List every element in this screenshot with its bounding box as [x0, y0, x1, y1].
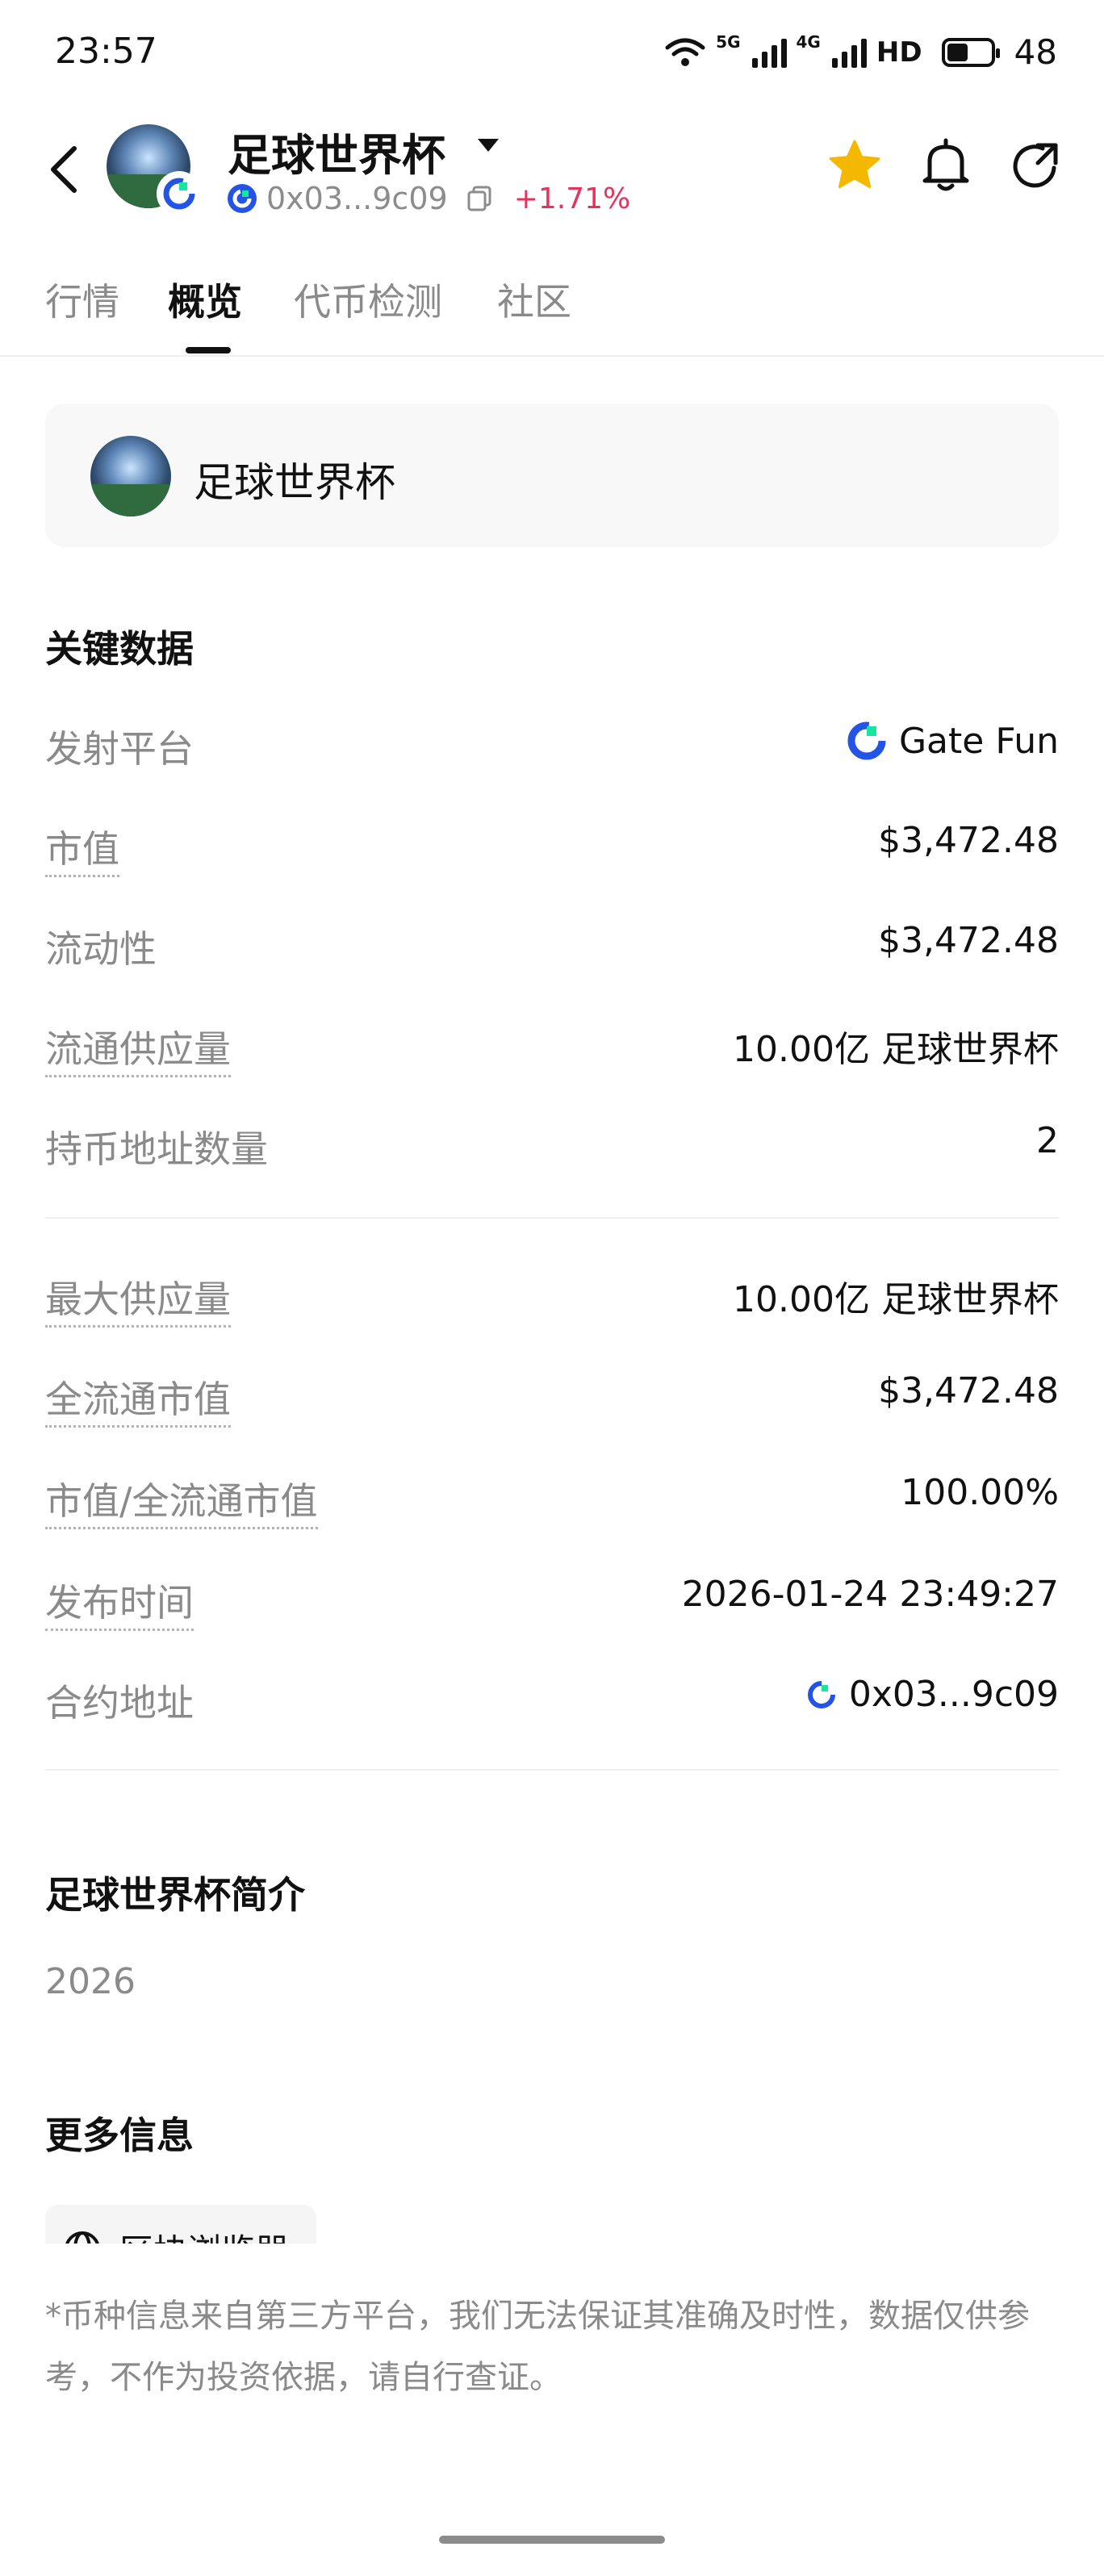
star-icon — [829, 140, 880, 189]
row-max-supply: 最大供应量 10.00亿 足球世界杯 — [45, 1262, 1059, 1328]
price-change: +1.71% — [513, 182, 631, 215]
status-bar: 23:57 5G 4G HD 48 — [0, 0, 1104, 105]
section-divider — [45, 1217, 1059, 1219]
mc-fdv-ratio-value: 100.00% — [901, 1472, 1059, 1513]
launch-time-label[interactable]: 发布时间 — [45, 1574, 194, 1631]
active-tab-indicator — [186, 347, 231, 353]
battery-icon — [941, 37, 1000, 67]
market-cap-value: $3,472.48 — [878, 820, 1059, 861]
token-card: 足球世界杯 — [45, 404, 1059, 547]
liquidity-label: 流动性 — [45, 927, 157, 971]
max-supply-label[interactable]: 最大供应量 — [45, 1270, 231, 1328]
hd-label: HD — [876, 36, 922, 69]
key-data-title: 关键数据 — [45, 627, 194, 671]
contract-address-value[interactable]: 0x03...9c09 — [805, 1674, 1059, 1715]
favorite-button[interactable] — [826, 137, 883, 194]
row-holders: 持币地址数量 2 — [45, 1112, 1059, 1177]
address-row: 0x03...9c09 +1.71% — [226, 181, 630, 216]
signal-4g-icon — [831, 37, 867, 68]
intro-text: 2026 — [45, 1961, 136, 2002]
disclaimer-panel: *币种信息来自第三方平台，我们无法保证其准确及时性，数据仅供参考，不作为投资依据… — [0, 2244, 1104, 2576]
mc-fdv-ratio-label[interactable]: 市值/全流通市值 — [45, 1472, 318, 1529]
intro-title: 足球世界杯简介 — [45, 1873, 305, 1917]
row-launch-platform: 发射平台 Gate Fun — [45, 712, 1059, 776]
contract-address-text: 0x03...9c09 — [848, 1674, 1059, 1715]
tab-community[interactable]: 社区 — [497, 273, 571, 326]
tab-market[interactable]: 行情 — [45, 273, 119, 326]
row-market-cap: 市值 $3,472.48 — [45, 812, 1059, 877]
more-info-title: 更多信息 — [45, 2114, 194, 2157]
market-cap-label[interactable]: 市值 — [45, 820, 119, 877]
copy-icon[interactable] — [467, 186, 491, 211]
launch-platform-text: Gate Fun — [898, 720, 1059, 762]
tab-overview[interactable]: 概览 — [168, 273, 242, 326]
share-button[interactable] — [1010, 140, 1062, 192]
battery-level: 48 — [1014, 32, 1057, 72]
row-circulating-supply: 流通供应量 10.00亿 足球世界杯 — [45, 1012, 1059, 1077]
disclaimer-text: *币种信息来自第三方平台，我们无法保证其准确及时性，数据仅供参考，不作为投资依据… — [45, 2298, 1030, 2396]
token-name-title[interactable]: 足球世界杯 — [228, 119, 445, 183]
liquidity-value: $3,472.48 — [878, 920, 1059, 961]
gate-chain-icon — [807, 1680, 835, 1708]
gate-fun-logo-icon — [847, 721, 886, 760]
network-5g-label: 5G — [716, 32, 741, 52]
section-divider — [45, 1769, 1059, 1771]
token-card-avatar — [90, 436, 171, 516]
back-arrow-icon — [51, 146, 77, 193]
gate-chain-icon — [228, 184, 257, 213]
contract-address-label: 合约地址 — [45, 1681, 194, 1725]
fdv-label[interactable]: 全流通市值 — [45, 1370, 231, 1428]
circulating-supply-label[interactable]: 流通供应量 — [45, 1020, 231, 1077]
bell-icon — [922, 138, 969, 191]
alert-button[interactable] — [920, 137, 972, 194]
tab-token-check[interactable]: 代币检测 — [294, 273, 442, 326]
back-button[interactable] — [39, 137, 87, 202]
share-icon — [1013, 143, 1058, 188]
token-card-name: 足球世界杯 — [194, 459, 395, 506]
launch-platform-label: 发射平台 — [45, 727, 194, 771]
holders-label: 持币地址数量 — [45, 1127, 268, 1171]
max-supply-value: 10.00亿 足球世界杯 — [733, 1279, 1059, 1320]
wifi-icon — [665, 38, 705, 66]
network-4g-label: 4G — [796, 32, 821, 52]
status-time: 23:57 — [55, 31, 157, 72]
launch-platform-value[interactable]: Gate Fun — [846, 720, 1059, 762]
signal-5g-icon — [751, 37, 787, 68]
row-fdv: 全流通市值 $3,472.48 — [45, 1362, 1059, 1428]
fdv-value: $3,472.48 — [878, 1370, 1059, 1411]
launch-time-value: 2026-01-24 23:49:27 — [681, 1574, 1059, 1615]
row-launch-time: 发布时间 2026-01-24 23:49:27 — [45, 1566, 1059, 1631]
status-icons: 5G 4G HD 48 — [664, 32, 1057, 72]
gate-fun-badge-icon — [157, 171, 202, 216]
token-overview-page: 23:57 5G 4G HD 48 足球世界杯 0x03...9c09 +1.7… — [0, 0, 1104, 2576]
token-address: 0x03...9c09 — [266, 181, 448, 216]
home-indicator[interactable] — [439, 2536, 665, 2544]
holders-value: 2 — [1036, 1120, 1059, 1161]
token-header: 足球世界杯 0x03...9c09 +1.71% — [0, 113, 1104, 226]
caret-down-icon[interactable] — [478, 139, 499, 152]
tab-bar: 行情 概览 代币检测 社区 — [0, 266, 1104, 357]
circulating-supply-value: 10.00亿 足球世界杯 — [733, 1029, 1059, 1070]
row-mc-fdv-ratio: 市值/全流通市值 100.00% — [45, 1464, 1059, 1529]
row-contract-address: 合约地址 0x03...9c09 — [45, 1666, 1059, 1730]
row-liquidity: 流动性 $3,472.48 — [45, 912, 1059, 976]
